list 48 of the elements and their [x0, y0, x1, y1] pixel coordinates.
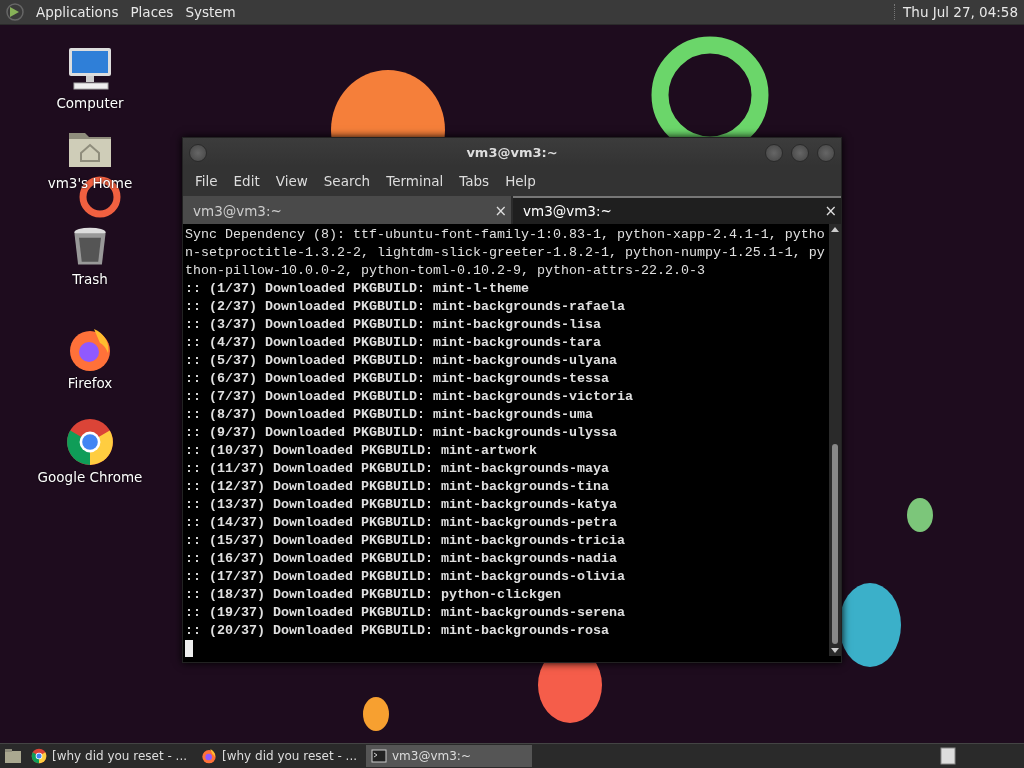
menu-item[interactable]: Help [499, 173, 542, 189]
tab-label: vm3@vm3:~ [523, 203, 612, 219]
terminal-line: :: (6/37) Downloaded PKGBUILD: mint-backgrounds-tessa [185, 370, 610, 388]
terminal-line: :: (14/37) Downloaded PKGBUILD: mint-backgrounds-petra [185, 514, 618, 532]
terminal-line: :: (11/37) Downloaded PKGBUILD: mint-backgrounds-maya [185, 460, 610, 478]
menu-item[interactable]: Edit [227, 173, 266, 189]
tab-label: vm3@vm3:~ [193, 203, 282, 219]
terminal-line: :: (19/37) Downloaded PKGBUILD: mint-backgrounds-serena [185, 604, 626, 622]
terminal-line: :: (20/37) Downloaded PKGBUILD: mint-backgrounds-rosa [185, 622, 610, 640]
terminal-line: :: (8/37) Downloaded PKGBUILD: mint-backgrounds-uma [185, 406, 594, 424]
desktop-icon-label[interactable]: Trash [72, 271, 108, 287]
desktop-icon-label[interactable]: Computer [56, 95, 124, 111]
taskbar-button[interactable]: [why did you reset - ... [26, 745, 192, 767]
taskbar-button[interactable]: vm3@vm3:~ [366, 745, 532, 767]
panel-menu[interactable]: Places [130, 4, 174, 20]
terminal-line: :: (12/37) Downloaded PKGBUILD: mint-backgrounds-tina [185, 478, 610, 496]
menu-item[interactable]: Terminal [380, 173, 450, 189]
menu-item[interactable]: Search [317, 173, 377, 189]
close-tab-button[interactable]: × [824, 202, 837, 220]
terminal-line: :: (10/37) Downloaded PKGBUILD: mint-artwork [185, 442, 538, 460]
window-title: vm3@vm3:~ [466, 144, 558, 160]
desktop-icon-label[interactable]: Google Chrome [37, 469, 143, 485]
terminal-line: :: (15/37) Downloaded PKGBUILD: mint-backgrounds-tricia [185, 532, 626, 550]
terminal-line: :: (1/37) Downloaded PKGBUILD: mint-l-theme [185, 280, 530, 298]
taskbar-button[interactable]: [why did you reset - ... [196, 745, 362, 767]
menu-item[interactable]: View [269, 173, 314, 189]
terminal-line: n-setproctitle-1.3.2-2, lightdm-slick-greeter-1.8.2-1, python-numpy-1.25.1-1, py [185, 244, 826, 262]
menu-item[interactable]: Tabs [453, 173, 496, 189]
tab[interactable]: vm3@vm3:~ × [513, 196, 841, 224]
panel-menu[interactable]: System [185, 4, 236, 20]
terminal-line: :: (4/37) Downloaded PKGBUILD: mint-backgrounds-tara [185, 334, 602, 352]
tab[interactable]: vm3@vm3:~ × [183, 196, 511, 224]
terminal-line: :: (17/37) Downloaded PKGBUILD: mint-backgrounds-olivia [185, 568, 626, 586]
terminal-line: Sync Dependency (8): ttf-ubuntu-font-family-1:0.83-1, python-xapp-2.4.1-1, pytho [185, 226, 826, 244]
terminal-line: :: (16/37) Downloaded PKGBUILD: mint-backgrounds-nadia [185, 550, 618, 568]
terminal-line: :: (2/37) Downloaded PKGBUILD: mint-backgrounds-rafaela [185, 298, 626, 316]
desktop-icon-label[interactable]: Firefox [67, 375, 113, 391]
terminal-line: :: (7/37) Downloaded PKGBUILD: mint-backgrounds-victoria [185, 388, 634, 406]
terminal-line: :: (9/37) Downloaded PKGBUILD: mint-backgrounds-ulyssa [185, 424, 618, 442]
panel-menu[interactable]: Applications [36, 4, 119, 20]
terminal-line: :: (3/37) Downloaded PKGBUILD: mint-backgrounds-lisa [185, 316, 602, 334]
terminal-line: :: (18/37) Downloaded PKGBUILD: python-clickgen [185, 586, 562, 604]
terminal-line: :: (5/37) Downloaded PKGBUILD: mint-backgrounds-ulyana [185, 352, 618, 370]
terminal-line: :: (13/37) Downloaded PKGBUILD: mint-backgrounds-katya [185, 496, 618, 514]
terminal-line: thon-pillow-10.0.0-2, python-toml-0.10.2-9, python-attrs-22.2.0-3 [185, 262, 706, 280]
menu-item[interactable]: File [189, 173, 224, 189]
clock[interactable]: Thu Jul 27, 04:58 [894, 4, 1018, 20]
close-tab-button[interactable]: × [494, 202, 507, 220]
